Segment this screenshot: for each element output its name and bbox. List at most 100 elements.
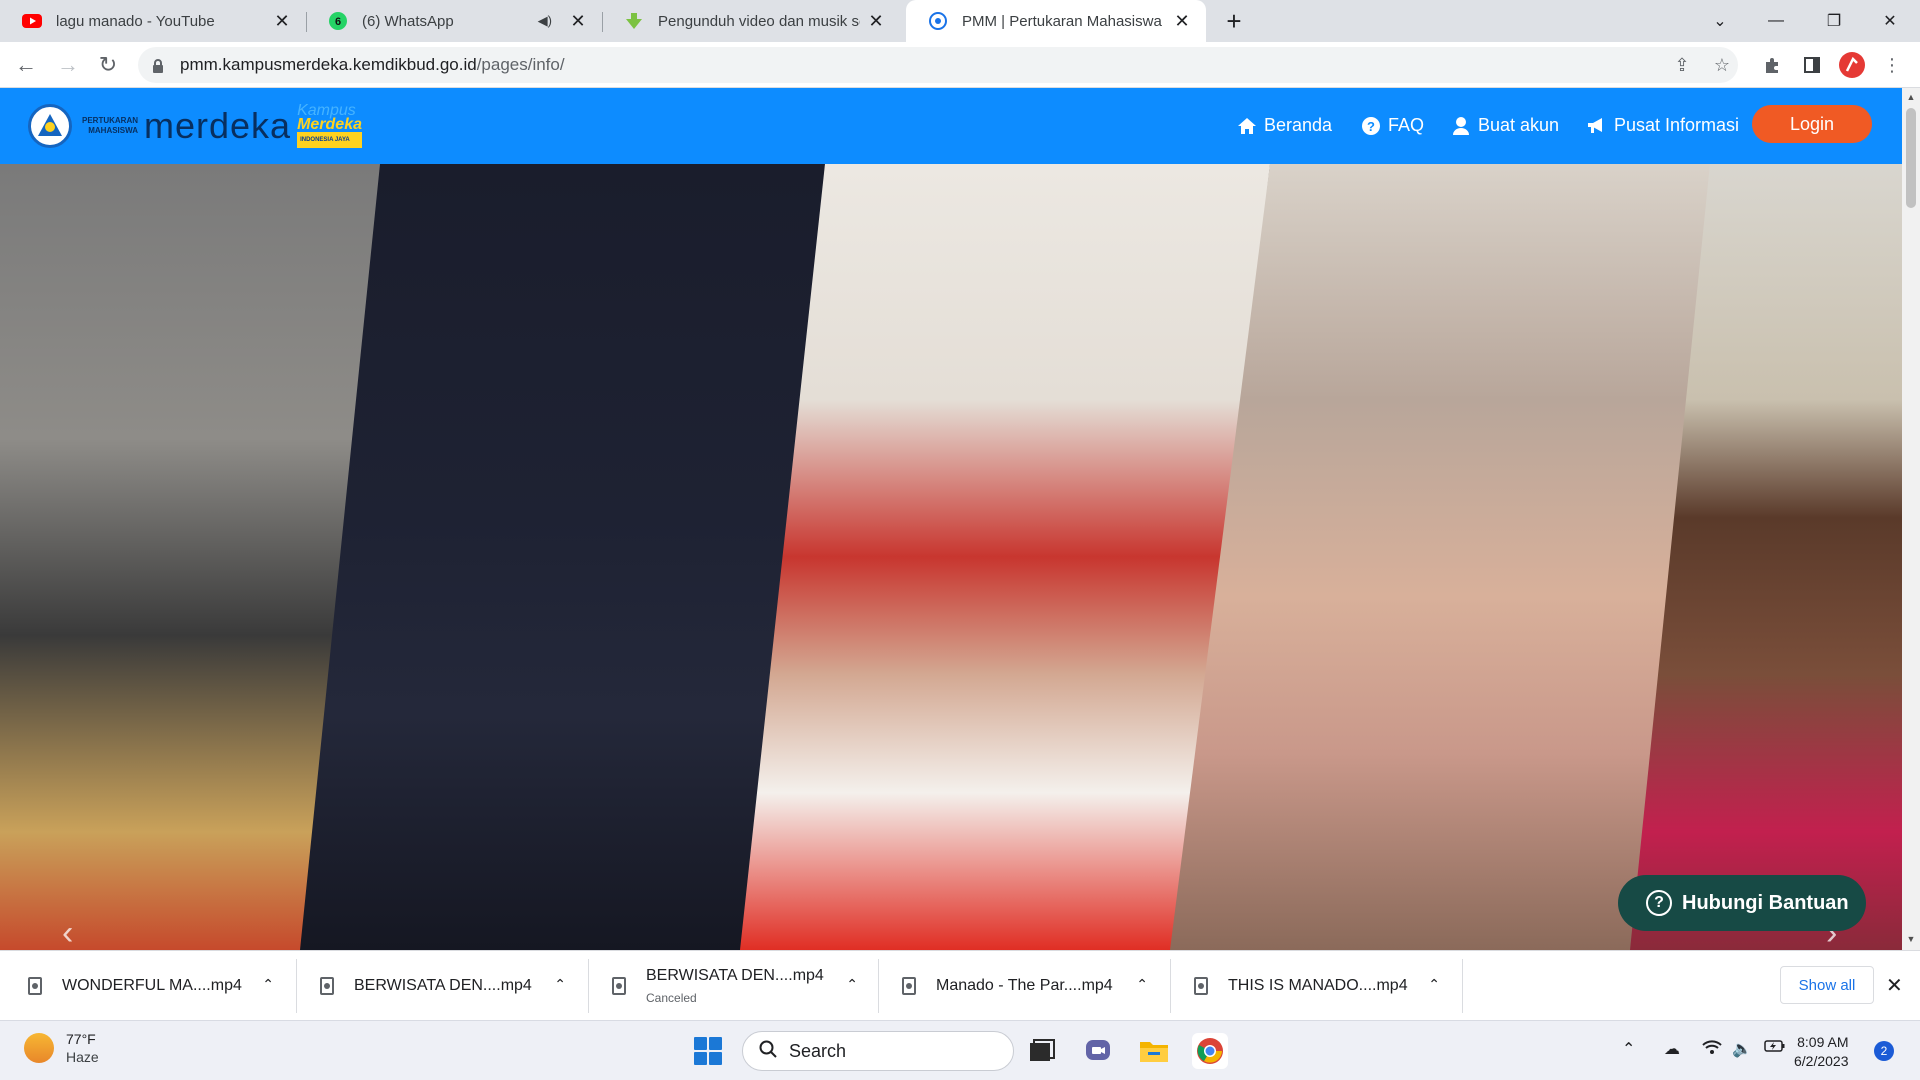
tab-pmm[interactable]: PMM | Pertukaran Mahasiswa Me ✕ [906,0,1206,42]
video-file-icon [28,977,42,995]
chevron-up-icon[interactable]: ⌃ [554,976,566,993]
logo-brand: merdeka [144,105,292,146]
help-question-icon: ? [1646,890,1672,916]
start-button[interactable] [694,1037,722,1065]
nav-beranda[interactable]: Beranda [1238,115,1332,136]
nav-buat-akun[interactable]: Buat akun [1452,115,1559,136]
video-file-icon [1194,977,1208,995]
browser-tab-strip: lagu manado - YouTube ✕ 6 (6) WhatsApp ◀… [0,0,1920,42]
tab-downloader[interactable]: Pengunduh video dan musik seca ✕ [602,0,900,42]
page-scrollbar[interactable]: ▲ ▼ [1902,88,1920,950]
scroll-up-icon[interactable]: ▲ [1906,92,1916,102]
svg-text:?: ? [1367,119,1375,134]
close-icon[interactable]: ✕ [1172,11,1192,31]
download-shelf: WONDERFUL MA....mp4 ⌃ BERWISATA DEN....m… [0,950,1920,1020]
new-tab-button[interactable]: + [1218,6,1250,36]
wifi-icon[interactable] [1702,1039,1722,1060]
close-icon[interactable]: ✕ [568,11,588,31]
notification-badge[interactable]: 2 [1874,1041,1894,1061]
download-item[interactable]: WONDERFUL MA....mp4 ⌃ [0,951,296,1021]
download-site-icon [624,11,644,31]
lock-icon [152,58,164,73]
scroll-down-icon[interactable]: ▼ [1906,934,1916,944]
bookmark-star-icon[interactable]: ☆ [1706,49,1738,81]
scrollbar-thumb[interactable] [1906,108,1916,208]
svg-text:6: 6 [335,16,341,28]
url-path: /pages/info/ [476,55,565,74]
chevron-up-icon[interactable]: ⌃ [846,976,858,993]
tut-wuri-handayani-emblem [28,104,72,148]
site-navbar: PERTUKARAN MAHASISWA merdeka Kampus Merd… [0,88,1902,164]
extensions-icon[interactable] [1756,49,1788,81]
onedrive-cloud-icon[interactable]: ☁ [1664,1039,1680,1059]
download-item[interactable]: THIS IS MANADO....mp4 ⌃ [1166,951,1462,1021]
chevron-up-icon[interactable]: ⌃ [262,976,274,993]
close-icon[interactable]: ✕ [272,11,292,31]
download-status: Canceled [646,991,697,1005]
restore-icon[interactable]: ❐ [1806,0,1862,42]
teams-chat-icon[interactable] [1080,1033,1116,1069]
hero-carousel[interactable]: ‹ › [0,164,1902,950]
youtube-icon [22,11,42,31]
home-icon [1238,117,1256,135]
download-item-canceled[interactable]: BERWISATA DEN....mp4 Canceled ⌃ [584,951,880,1021]
reload-icon[interactable]: ↻ [92,49,124,81]
tab-youtube[interactable]: lagu manado - YouTube ✕ [0,0,306,42]
video-file-icon [320,977,334,995]
tab-title: PMM | Pertukaran Mahasiswa Me [962,12,1166,30]
tab-search-icon[interactable]: ⌄ [1692,0,1748,42]
nav-pusat-informasi[interactable]: Pusat Informasi [1588,115,1739,136]
search-icon [759,1040,777,1063]
hubungi-bantuan-button[interactable]: ? Hubungi Bantuan [1618,875,1866,931]
login-button[interactable]: Login [1752,105,1872,143]
haze-weather-icon [24,1033,54,1063]
forward-icon[interactable]: → [52,49,84,81]
taskbar-search[interactable]: Search [742,1031,1014,1071]
side-panel-icon[interactable] [1796,49,1828,81]
tab-title: (6) WhatsApp [362,12,454,30]
browser-toolbar: ← → ↻ pmm.kampusmerdeka.kemdikbud.go.id /… [0,42,1920,88]
screen: lagu manado - YouTube ✕ 6 (6) WhatsApp ◀… [0,0,1920,1080]
windows-taskbar: 77°F Haze Search ⌃ ☁ 🔈 8:09 AM 6/2/2023 … [0,1020,1920,1080]
system-clock[interactable]: 8:09 AM 6/2/2023 [1794,1033,1849,1071]
close-shelf-icon[interactable]: ✕ [1886,973,1903,998]
video-file-icon [902,977,916,995]
pmm-logo[interactable]: PERTUKARAN MAHASISWA merdeka Kampus Merd… [28,102,362,150]
kemdikbud-icon [928,11,948,31]
carousel-prev-icon[interactable]: ‹ [62,914,73,950]
show-hidden-icons-icon[interactable]: ⌃ [1622,1039,1635,1059]
volume-icon[interactable]: 🔈 [1732,1039,1752,1059]
back-icon[interactable]: ← [10,49,42,81]
download-item[interactable]: Manado - The Par....mp4 ⌃ [874,951,1170,1021]
weather-widget[interactable]: 77°F Haze [24,1031,99,1065]
video-file-icon [612,977,626,995]
whatsapp-icon: 6 [328,11,348,31]
tab-title: lagu manado - YouTube [56,12,215,30]
show-all-downloads-button[interactable]: Show all [1780,966,1874,1004]
chevron-up-icon[interactable]: ⌃ [1428,976,1440,993]
url-host: pmm.kampusmerdeka.kemdikbud.go.id [180,55,477,74]
share-icon[interactable]: ⇪ [1666,49,1698,81]
address-bar[interactable]: pmm.kampusmerdeka.kemdikbud.go.id/pages/… [138,47,1738,83]
user-icon [1452,116,1470,135]
task-view-icon[interactable] [1024,1033,1060,1069]
close-icon[interactable]: ✕ [866,11,886,31]
tab-whatsapp[interactable]: 6 (6) WhatsApp ◀) ✕ [306,0,602,42]
profile-avatar[interactable] [1836,49,1868,81]
speaker-muted-icon[interactable]: ◀) [538,13,552,29]
window-close-icon[interactable]: ✕ [1862,0,1918,42]
battery-charging-icon[interactable] [1764,1039,1786,1058]
chevron-up-icon[interactable]: ⌃ [1136,976,1148,993]
download-item[interactable]: BERWISATA DEN....mp4 ⌃ [292,951,588,1021]
tab-title: Pengunduh video dan musik seca [658,12,860,30]
minimize-icon[interactable]: — [1748,0,1804,42]
file-explorer-icon[interactable] [1136,1033,1172,1069]
logo-subtitle: PERTUKARAN MAHASISWA [82,116,138,135]
kampus-merdeka-logo: Kampus Merdeka INDONESIA JAYA [297,103,362,148]
menu-kebab-icon[interactable]: ⋮ [1876,49,1908,81]
chrome-taskbar-icon[interactable] [1192,1033,1228,1069]
megaphone-icon [1588,117,1606,135]
nav-faq[interactable]: ? FAQ [1362,115,1424,136]
page-viewport: PERTUKARAN MAHASISWA merdeka Kampus Merd… [0,88,1920,950]
question-circle-icon: ? [1362,116,1380,135]
